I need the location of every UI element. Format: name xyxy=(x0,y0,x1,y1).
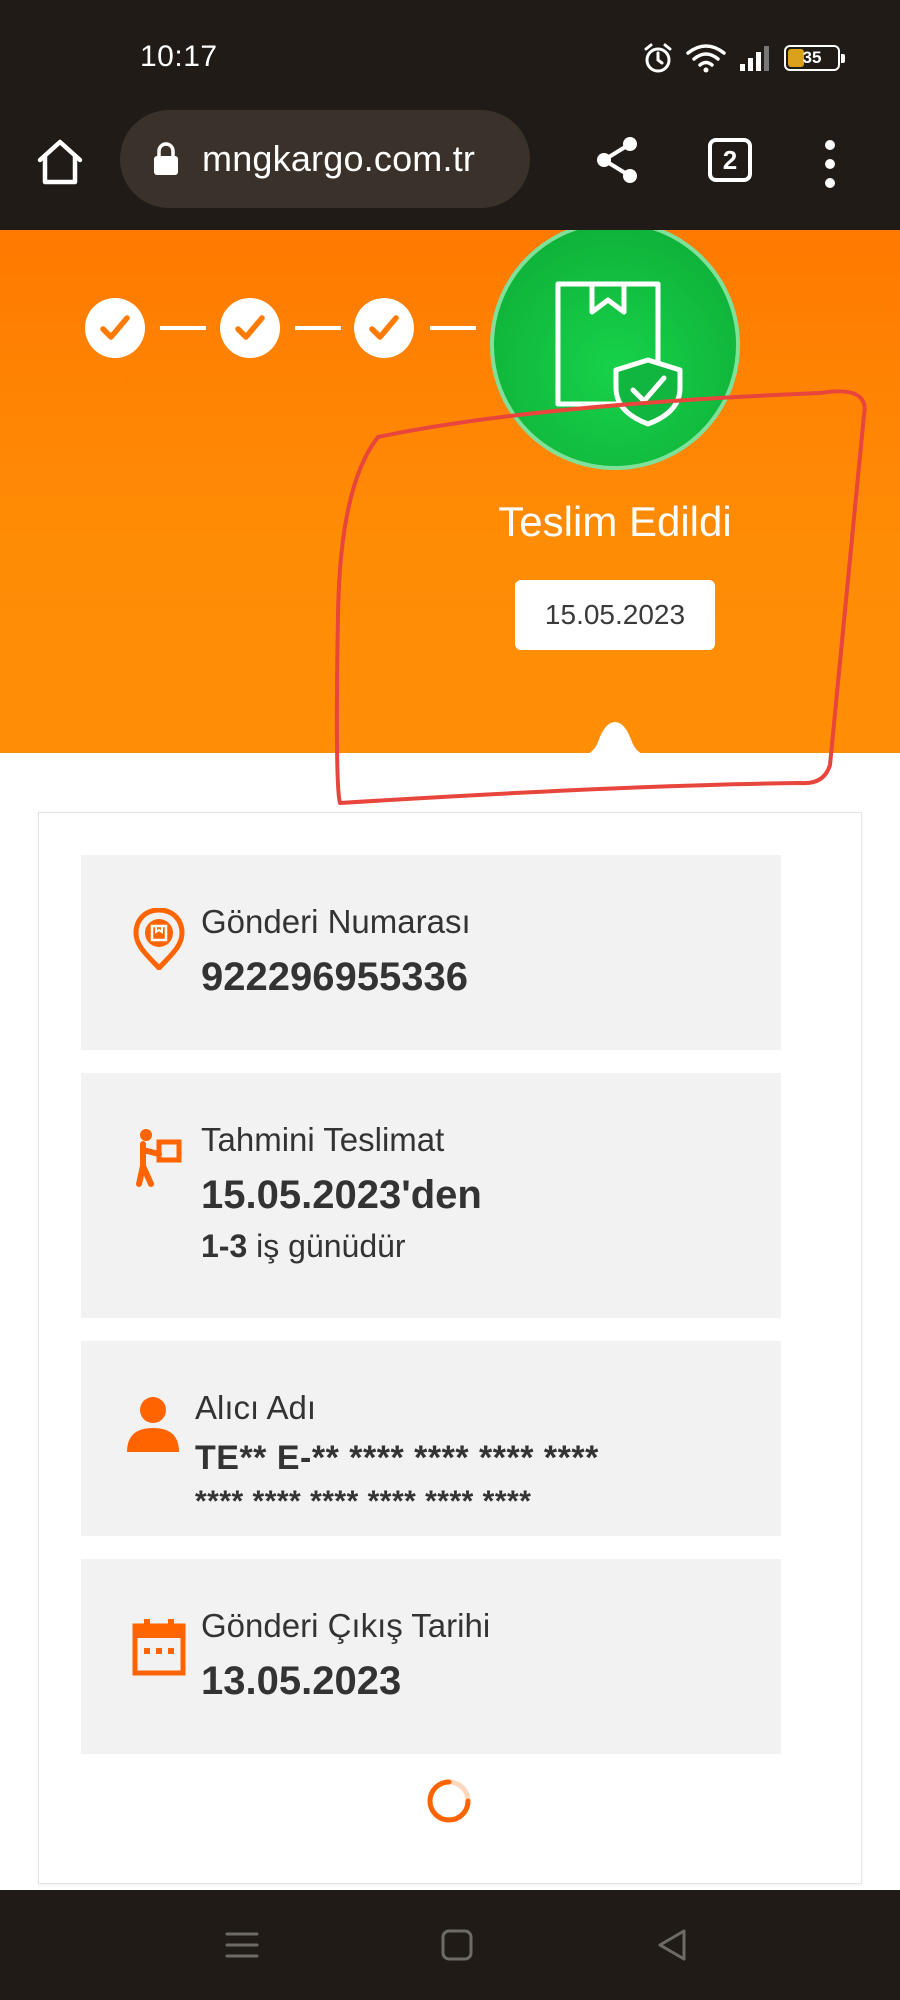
battery-icon: 35 xyxy=(784,45,845,71)
step-2-complete xyxy=(220,298,280,358)
back-icon xyxy=(658,1929,686,1961)
delivery-date-chip: 15.05.2023 xyxy=(515,580,715,650)
step-connector xyxy=(295,326,341,330)
alarm-icon xyxy=(644,43,672,73)
loading-spinner-icon xyxy=(427,1779,471,1823)
courier-icon xyxy=(131,1129,187,1187)
estimated-delivery-label: Tahmini Teslimat xyxy=(201,1121,445,1158)
status-icons: 35 xyxy=(642,42,845,74)
hero-notch xyxy=(589,722,641,753)
dispatch-date-label: Gönderi Çıkış Tarihi xyxy=(201,1607,491,1644)
shipment-number-label: Gönderi Numarası xyxy=(201,903,471,940)
back-button[interactable] xyxy=(647,1920,697,1970)
signal-icon xyxy=(740,46,769,71)
address-bar[interactable]: mngkargo.com.tr xyxy=(120,110,530,208)
dot-icon xyxy=(825,140,835,150)
check-icon xyxy=(369,315,399,340)
recipient-label: Alıcı Adı xyxy=(195,1389,317,1426)
step-connector xyxy=(430,326,476,330)
overflow-menu-button[interactable] xyxy=(810,136,850,192)
system-nav-bar xyxy=(0,1890,900,2000)
shipment-number-value: 922296955336 xyxy=(201,955,468,999)
location-pin-icon xyxy=(131,908,187,970)
tab-switcher-button[interactable]: 2 xyxy=(708,138,752,182)
battery-level: 35 xyxy=(802,48,822,67)
estimated-delivery-value: 15.05.2023'den xyxy=(201,1173,482,1217)
dispatch-date-value: 13.05.2023 xyxy=(201,1659,402,1703)
home-icon xyxy=(441,1929,473,1961)
step-connector xyxy=(160,326,206,330)
recipient-box: Alıcı Adı TE** E-** **** **** **** **** … xyxy=(81,1341,781,1536)
status-time: 10:17 xyxy=(140,40,218,73)
tracking-hero: Teslim Edildi 15.05.2023 xyxy=(0,230,900,753)
package-delivered-icon xyxy=(555,281,683,427)
estimated-delivery-range: 1-3 iş günüdür xyxy=(201,1228,406,1265)
shipment-number-box: Gönderi Numarası 922296955336 xyxy=(81,855,781,1050)
wifi-icon xyxy=(686,44,726,73)
delivery-range-suffix: iş günüdür xyxy=(247,1228,406,1264)
home-nav-button[interactable] xyxy=(432,1920,482,1970)
recipient-name-line-1: TE** E-** **** **** **** **** xyxy=(195,1439,599,1477)
recipient-name-line-2: **** **** **** **** **** **** xyxy=(195,1485,532,1518)
share-icon xyxy=(597,137,637,183)
user-icon xyxy=(125,1397,181,1453)
check-icon xyxy=(235,315,265,340)
recents-icon xyxy=(225,1932,259,1958)
status-bar: 10:17 35 xyxy=(0,0,900,110)
delivered-status-circle xyxy=(490,230,740,470)
check-icon xyxy=(100,315,130,340)
step-3-complete xyxy=(354,298,414,358)
dot-icon xyxy=(825,159,835,169)
shipment-details-card: Gönderi Numarası 922296955336 Tahmini Te… xyxy=(38,812,862,1884)
home-button[interactable] xyxy=(30,132,90,192)
home-icon xyxy=(37,139,83,185)
dot-icon xyxy=(825,178,835,188)
delivery-status-title: Teslim Edildi xyxy=(498,498,732,545)
share-button[interactable] xyxy=(590,132,646,188)
step-1-complete xyxy=(85,298,145,358)
browser-toolbar: mngkargo.com.tr 2 xyxy=(0,110,900,230)
dispatch-date-box: Gönderi Çıkış Tarihi 13.05.2023 xyxy=(81,1559,781,1754)
lock-icon xyxy=(154,142,178,175)
calendar-icon xyxy=(131,1619,187,1676)
url-text: mngkargo.com.tr xyxy=(202,138,476,179)
delivery-range-days: 1-3 xyxy=(201,1228,248,1264)
recents-button[interactable] xyxy=(217,1920,267,1970)
estimated-delivery-box: Tahmini Teslimat 15.05.2023'den 1-3 iş g… xyxy=(81,1073,781,1318)
